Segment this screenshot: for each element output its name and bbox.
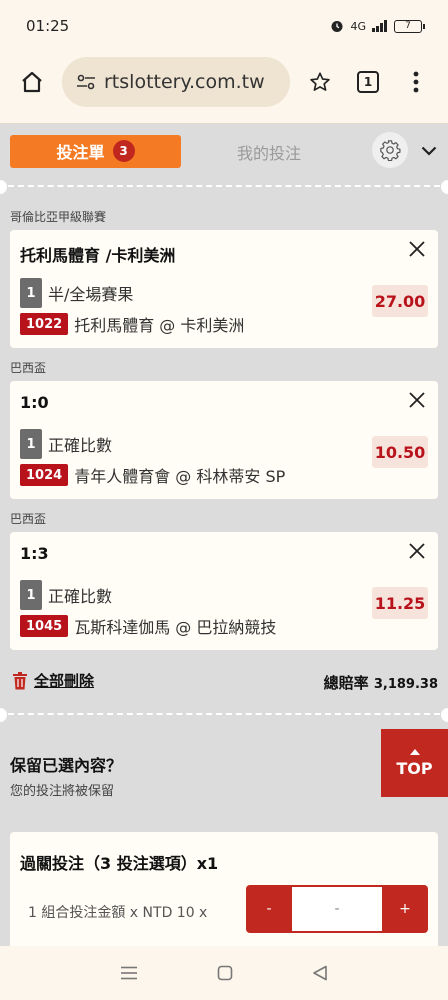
toolbar-divider — [0, 112, 448, 124]
gear-icon — [380, 140, 401, 161]
star-icon — [310, 72, 330, 91]
arrow-up-icon — [409, 748, 420, 755]
trash-icon — [13, 671, 27, 689]
match-label: 瓦斯科達伽馬 @ 巴拉納競技 — [74, 618, 277, 637]
url-text: rtslottery.com.tw — [104, 71, 265, 93]
tab-switcher-button[interactable]: 1 — [350, 64, 386, 100]
total-odds-value: 3,189.38 — [373, 677, 438, 692]
match-label: 青年人體育會 @ 科林蒂安 SP — [74, 467, 286, 486]
league-label: 哥倫比亞甲級聯賽 — [10, 210, 107, 224]
browser-menu-button[interactable] — [398, 64, 434, 100]
selection-number: 1 — [20, 429, 42, 459]
network-label: 4G — [350, 19, 366, 33]
stake-stepper: - - + — [246, 885, 428, 933]
close-icon[interactable] — [406, 389, 428, 411]
stake-minus-button[interactable]: - — [246, 885, 292, 933]
tab-count: 1 — [357, 71, 379, 93]
signal-icon — [372, 20, 387, 32]
menu-icon[interactable] — [120, 966, 138, 980]
bet-card: 托利馬體育 /卡利美洲 1 半/全場賽果 1022 托利馬體育 @ 卡利美洲 2… — [10, 230, 438, 348]
close-icon[interactable] — [406, 540, 428, 562]
site-settings-icon[interactable] — [76, 74, 96, 90]
bet-card: 1:3 1 正確比數 1045 瓦斯科達伽馬 @ 巴拉納競技 11.25 — [10, 532, 438, 650]
league-label: 巴西盃 — [10, 361, 47, 375]
close-icon[interactable] — [406, 238, 428, 260]
odds-value: 10.50 — [372, 436, 428, 468]
stake-amount-input[interactable]: - — [292, 887, 382, 931]
odds-value: 27.00 — [372, 285, 428, 317]
bookmark-button[interactable] — [302, 64, 338, 100]
back-icon[interactable] — [312, 965, 328, 981]
betslip-count-badge: 3 — [112, 140, 135, 162]
stake-label: 1 組合投注金額 x NTD 10 x — [28, 905, 208, 921]
bet-selection-title: 1:0 — [20, 393, 49, 412]
keep-selections: 保留已選內容？ 您的投注將被保留 — [10, 752, 122, 799]
chevron-down-icon — [421, 146, 437, 156]
keep-subtitle: 您的投注將被保留 — [10, 784, 115, 799]
market-label: 半/全場賽果 — [48, 285, 134, 304]
selection-number: 1 — [20, 278, 42, 308]
betslip-tabs: 投注單 3 我的投注 — [10, 132, 440, 168]
tab-betslip[interactable]: 投注單 3 — [10, 134, 181, 168]
parlay-card: 過關投注（3 投注選項）x1 1 組合投注金額 x NTD 10 x - - + — [10, 832, 438, 946]
home-icon — [22, 71, 42, 93]
browser-toolbar: rtslottery.com.tw 1 — [0, 52, 448, 112]
match-code: 1045 — [20, 615, 69, 637]
parlay-title: 過關投注（3 投注選項）x1 — [20, 854, 219, 873]
betslip-panel: 投注單 3 我的投注 哥倫比亞甲級聯賽 托利馬體育 /卡利美洲 1 半/全場賽果… — [0, 124, 448, 946]
bet-selection-title: 1:3 — [20, 544, 49, 563]
stake-plus-button[interactable]: + — [382, 885, 428, 933]
tab-my-bets[interactable]: 我的投注 — [237, 140, 301, 164]
market-label: 正確比數 — [48, 587, 113, 606]
bet-selection-title: 托利馬體育 /卡利美洲 — [20, 246, 176, 265]
delete-all-button[interactable]: 全部刪除 — [12, 670, 94, 691]
alarm-icon — [331, 21, 343, 32]
odds-value: 11.25 — [372, 587, 428, 619]
match-code: 1022 — [20, 313, 69, 335]
keep-title: 保留已選內容？ — [10, 756, 123, 775]
back-to-top-button[interactable]: TOP — [381, 729, 448, 797]
collapse-button[interactable] — [418, 140, 440, 162]
battery-icon: 7 — [394, 19, 425, 33]
match-label: 托利馬體育 @ 卡利美洲 — [74, 316, 245, 335]
home-button[interactable] — [14, 64, 50, 100]
market-label: 正確比數 — [48, 436, 113, 455]
bet-card: 1:0 1 正確比數 1024 青年人體育會 @ 科林蒂安 SP 10.50 — [10, 381, 438, 499]
more-vert-icon — [413, 71, 419, 93]
settings-button[interactable] — [372, 132, 408, 168]
league-label: 巴西盃 — [10, 512, 47, 526]
ticket-divider — [0, 180, 448, 194]
clock: 01:25 — [26, 17, 70, 35]
total-odds: 總賠率 3,189.38 — [323, 674, 438, 692]
ticket-divider — [0, 708, 448, 722]
status-bar: 01:25 4G 7 — [0, 0, 448, 52]
match-code: 1024 — [20, 464, 69, 486]
system-nav-bar — [0, 946, 448, 1000]
selection-number: 1 — [20, 580, 42, 610]
home-square-icon[interactable] — [217, 965, 233, 981]
address-bar[interactable]: rtslottery.com.tw — [62, 57, 290, 107]
